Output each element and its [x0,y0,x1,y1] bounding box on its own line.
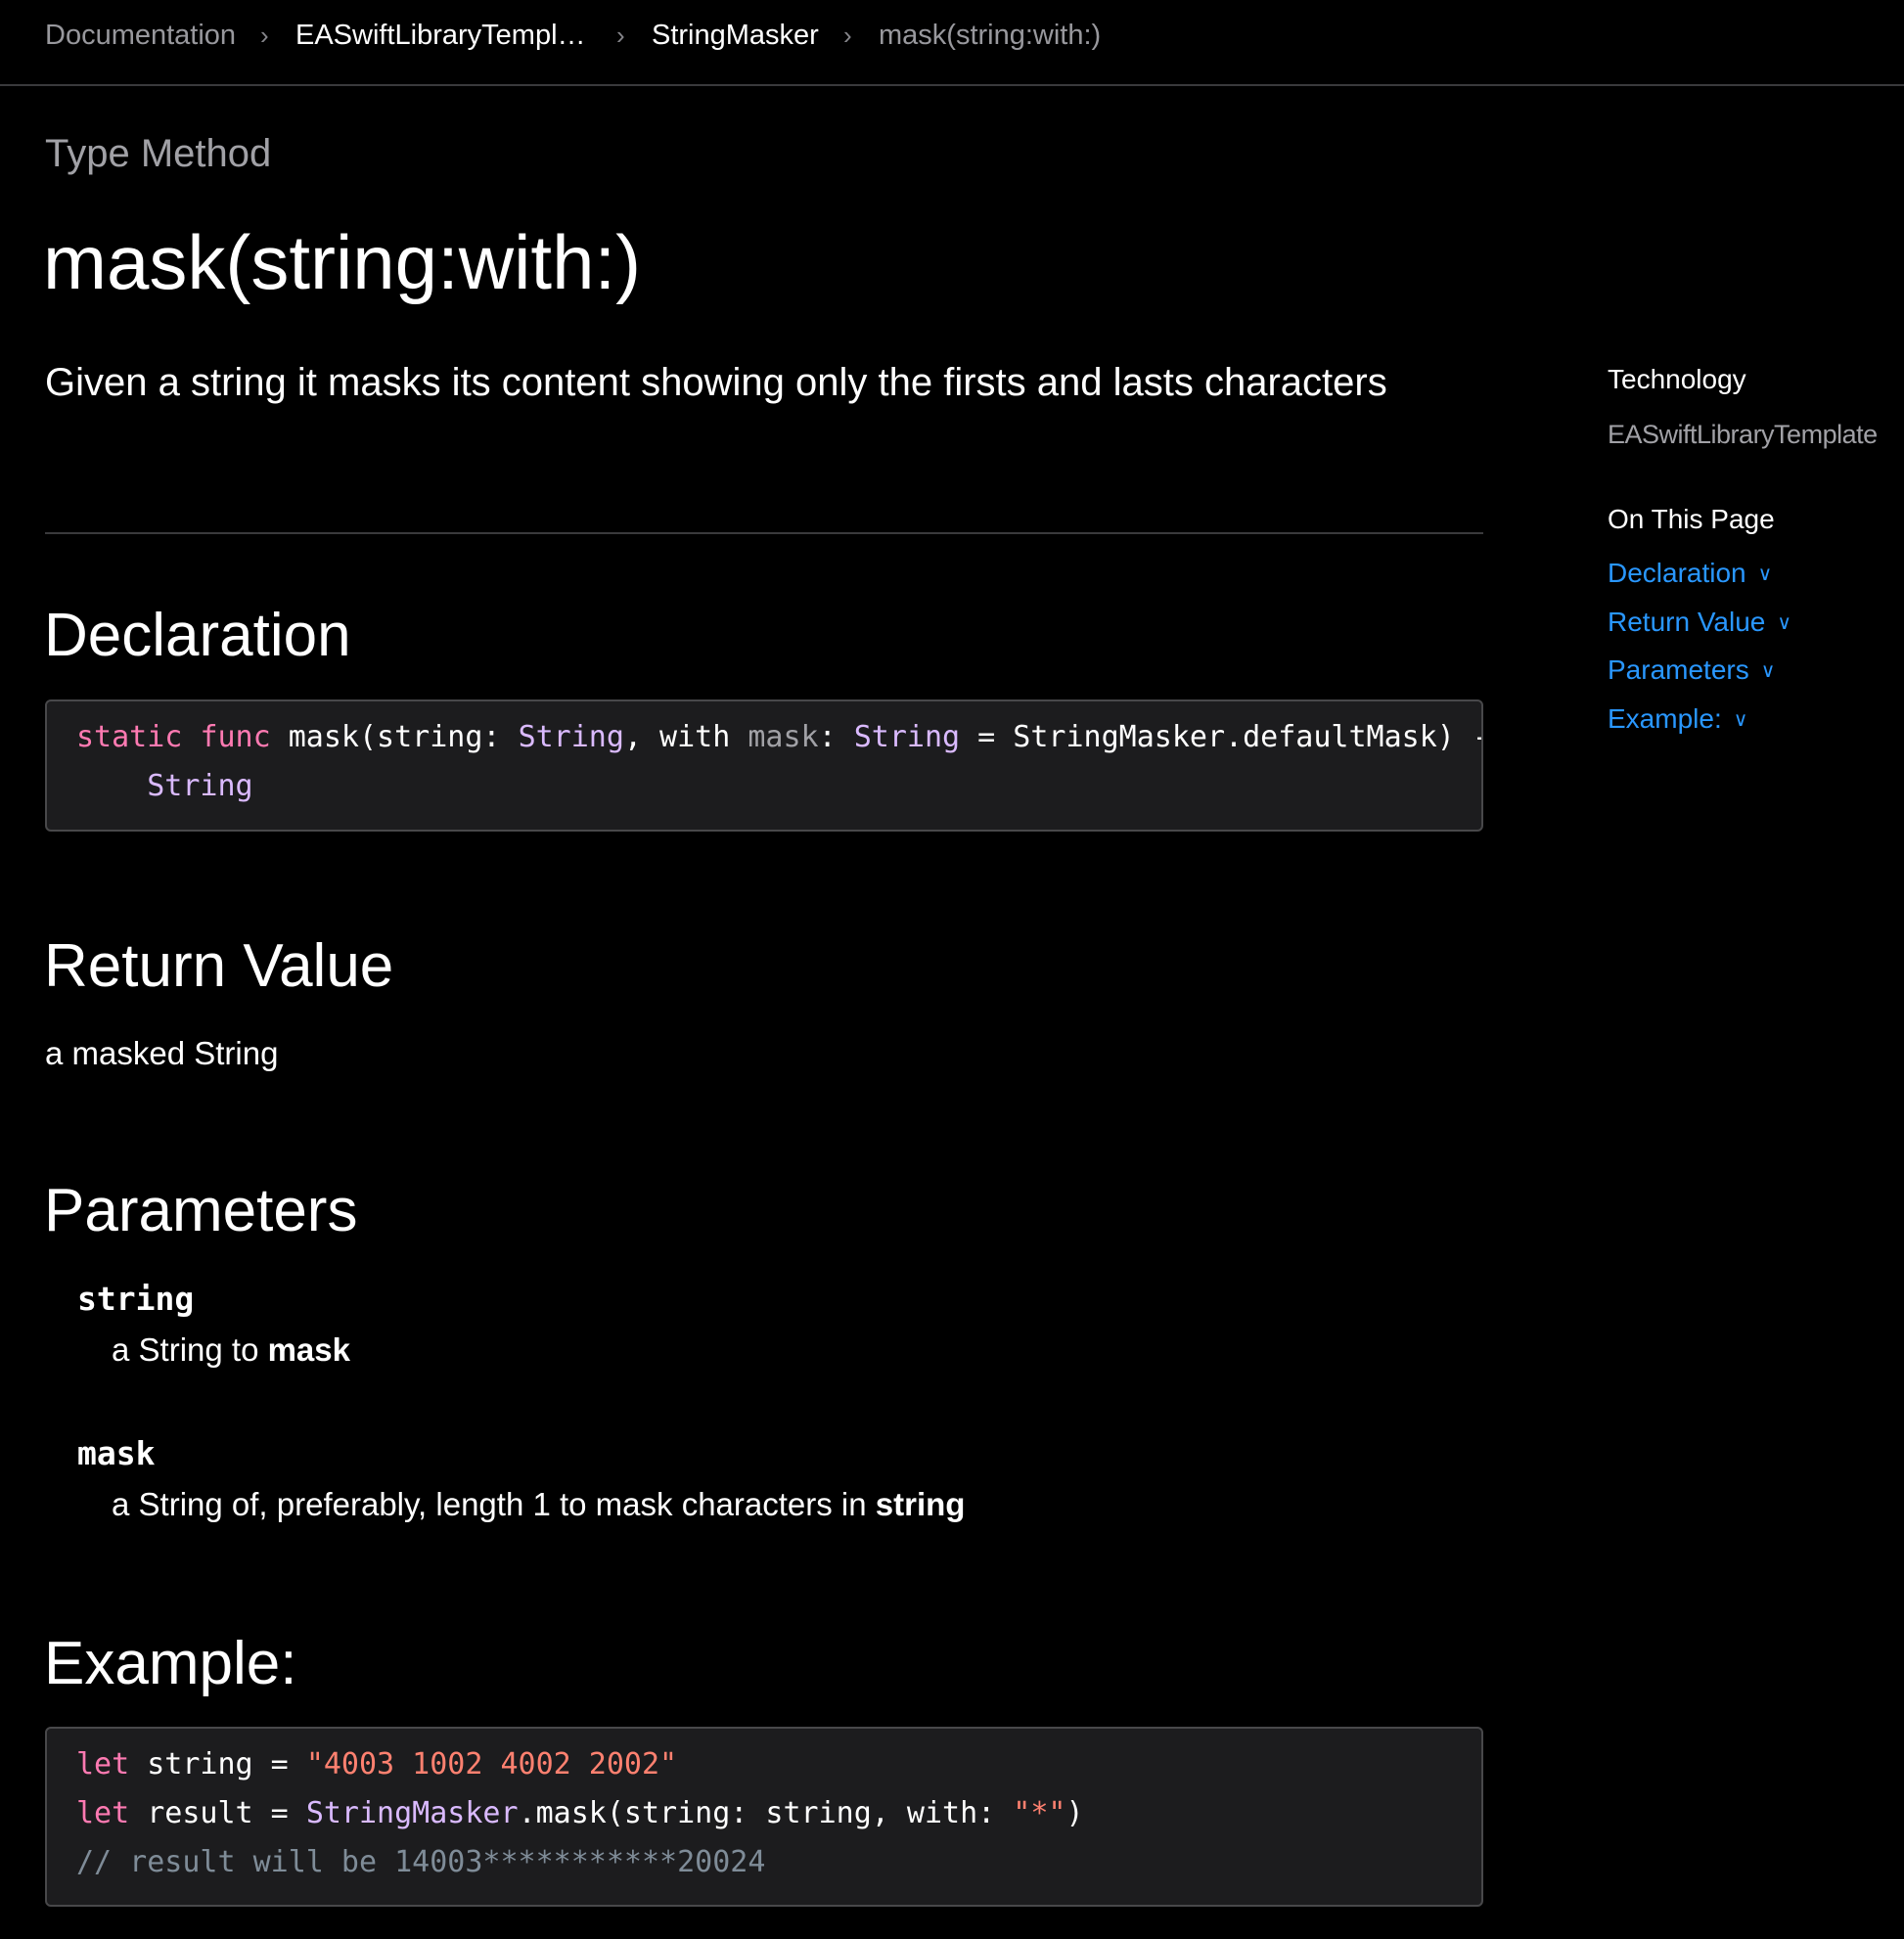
breadcrumb-current: mask(string:with:) [879,20,1102,51]
param-name-string: string [77,1280,195,1318]
param-desc-string: a String to mask [112,1329,350,1372]
chevron-right-icon: › [843,21,852,50]
code-type: String [518,720,624,754]
code-text: string = [129,1747,306,1781]
code-text: = StringMasker.defaultMask) -> [960,720,1483,754]
declaration-code: static func mask(string: String, with ma… [45,699,1483,832]
toc-label: Parameters [1608,654,1749,685]
code-keyword: let [76,1747,130,1781]
code-comment: // result will be 14003***********20024 [76,1845,766,1879]
example-heading: Example: [44,1630,297,1697]
on-this-page-label: On This Page [1608,504,1775,534]
code-text: : [818,720,854,754]
code-keyword: static [76,720,183,754]
technology-label: Technology [1608,364,1746,394]
toc-return-value[interactable]: Return Value ∨ [1608,605,1791,643]
toc-label: Return Value [1608,607,1766,637]
symbol-kind-eyebrow: Type Method [45,132,272,175]
code-text: .mask(string: string, with: [518,1796,1014,1830]
code-param-name: mask [748,720,819,754]
chevron-down-icon: ∨ [1760,660,1776,682]
divider [45,532,1483,534]
toc-example[interactable]: Example: ∨ [1608,701,1747,740]
chevron-right-icon: › [260,21,269,50]
parameters-heading: Parameters [44,1177,358,1244]
code-return-type: String [147,769,253,803]
code-type: StringMasker [305,1796,519,1830]
code-text: result = [129,1796,306,1830]
param-desc-emphasis: mask [267,1331,350,1368]
chevron-down-icon: ∨ [1777,612,1791,634]
toc-label: Declaration [1608,558,1746,588]
param-desc-text: a String to [112,1331,268,1368]
chevron-down-icon: ∨ [1757,564,1773,585]
return-value-text: a masked String [45,1035,279,1071]
return-value-heading: Return Value [44,932,394,1000]
breadcrumb: Documentation › EASwiftLibraryTempl… › S… [0,0,1904,86]
page-title: mask(string:with:) [43,219,642,305]
code-string: "*" [1013,1796,1066,1830]
abstract: Given a string it masks its content show… [45,361,1387,404]
chevron-right-icon: › [616,21,625,50]
declaration-heading: Declaration [44,602,351,669]
param-desc-text: a String of, preferably, length 1 to mas… [112,1486,876,1522]
breadcrumb-documentation[interactable]: Documentation [45,18,236,53]
code-string: "4003 1002 4002 2002" [305,1747,678,1781]
toc-parameters[interactable]: Parameters ∨ [1608,653,1775,691]
technology-link[interactable]: EASwiftLibraryTemplate [1608,417,1878,452]
breadcrumb-library[interactable]: EASwiftLibraryTempl… [295,18,586,53]
code-keyword: let [76,1796,130,1830]
code-keyword: func [200,720,271,754]
chevron-down-icon: ∨ [1733,709,1748,731]
code-text: mask(string: [270,720,519,754]
param-desc-mask: a String of, preferably, length 1 to mas… [112,1483,965,1526]
param-name-mask: mask [77,1434,156,1472]
code-text: , with [623,720,748,754]
toc-label: Example: [1608,703,1722,734]
code-text: ) [1065,1796,1084,1830]
breadcrumb-stringmasker[interactable]: StringMasker [652,18,819,53]
code-type: String [853,720,961,754]
example-code: let string = "4003 1002 4002 2002" let r… [45,1727,1483,1907]
param-desc-emphasis: string [875,1486,966,1522]
toc-declaration[interactable]: Declaration ∨ [1608,556,1772,594]
